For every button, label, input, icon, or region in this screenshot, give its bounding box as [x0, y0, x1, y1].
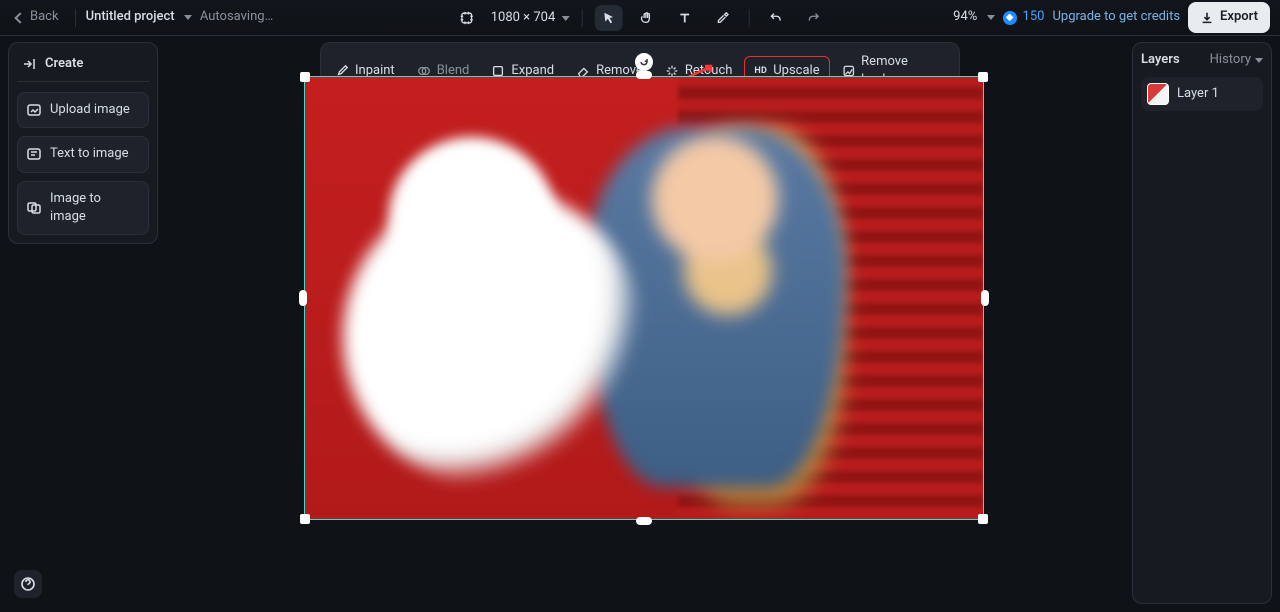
- credits-value: 150: [1023, 8, 1045, 26]
- upload-image[interactable]: Upload image: [17, 92, 149, 128]
- selected-image[interactable]: [304, 76, 984, 520]
- help-icon: [20, 576, 36, 592]
- caret-down-icon: [184, 15, 192, 20]
- separator: [581, 9, 582, 27]
- credits-icon: ◆: [1003, 11, 1017, 25]
- credits[interactable]: ◆ 150: [1003, 8, 1045, 26]
- layer-thumb: [1147, 83, 1169, 105]
- canvas-dimensions-value: 1080 × 704: [491, 9, 556, 27]
- upload-image-label: Upload image: [50, 101, 130, 119]
- top-center: 1080 × 704: [453, 0, 828, 36]
- history-toggle[interactable]: History: [1210, 51, 1263, 69]
- handle-mid-left[interactable]: [299, 290, 307, 306]
- handle-mid-bottom[interactable]: [636, 517, 652, 525]
- rotate-icon: [638, 56, 650, 68]
- text-to-image-icon: [26, 146, 42, 162]
- rotate-handle[interactable]: [635, 53, 653, 71]
- export-button[interactable]: Export: [1188, 2, 1270, 32]
- layers-title: Layers: [1141, 51, 1180, 69]
- left-panel: Create Upload image Text to image Image …: [8, 42, 158, 244]
- project-menu[interactable]: Untitled project: [86, 8, 192, 26]
- text-to-image-label: Text to image: [50, 145, 129, 163]
- image-to-image-label: Image to image: [50, 190, 140, 226]
- text-tool[interactable]: [670, 5, 698, 31]
- right-panel-header: Layers History: [1141, 51, 1263, 69]
- eyedropper-tool[interactable]: [708, 5, 736, 31]
- text-to-image[interactable]: Text to image: [17, 136, 149, 172]
- separator: [75, 9, 76, 27]
- handle-mid-right[interactable]: [981, 290, 989, 306]
- chevron-left-icon: [14, 12, 25, 23]
- cursor-icon: [601, 11, 615, 25]
- image-content: [305, 77, 983, 519]
- export-label: Export: [1220, 8, 1258, 26]
- redo-icon: [806, 11, 820, 25]
- save-status: Autosaving…: [200, 8, 273, 26]
- handle-top-left[interactable]: [300, 72, 310, 82]
- separator: [748, 9, 749, 27]
- handle-bottom-right[interactable]: [978, 514, 988, 524]
- history-label: History: [1210, 51, 1251, 69]
- caret-down-icon: [1255, 58, 1263, 63]
- top-left: Back Untitled project Autosaving…: [10, 5, 273, 29]
- layer-name: Layer 1: [1177, 85, 1219, 103]
- back-button[interactable]: Back: [10, 5, 65, 29]
- upgrade-link[interactable]: Upgrade to get credits: [1052, 8, 1180, 26]
- help-button[interactable]: [14, 570, 42, 598]
- back-label: Back: [30, 8, 59, 26]
- handle-bottom-left[interactable]: [300, 514, 310, 524]
- zoom-control[interactable]: 94%: [953, 8, 994, 26]
- zoom-value: 94%: [953, 9, 977, 24]
- pointer-tool[interactable]: [594, 5, 622, 31]
- image-upload-icon: [26, 102, 42, 118]
- undo-icon: [768, 11, 782, 25]
- plus-arrow-icon: [21, 56, 37, 72]
- right-panel: Layers History Layer 1: [1132, 42, 1272, 604]
- hand-icon: [639, 11, 653, 25]
- handle-top-right[interactable]: [978, 72, 988, 82]
- canvas-area[interactable]: [168, 42, 1120, 604]
- canvas-dimensions[interactable]: 1080 × 704: [491, 9, 570, 27]
- text-icon: [677, 11, 691, 25]
- caret-down-icon: [987, 15, 995, 20]
- topbar: Back Untitled project Autosaving… 1080 ×…: [0, 0, 1280, 36]
- project-name: Untitled project: [86, 9, 175, 24]
- create-header: Create: [17, 51, 149, 82]
- redo-button[interactable]: [799, 5, 827, 31]
- top-right: 94% ◆ 150 Upgrade to get credits Export: [953, 2, 1270, 32]
- handle-mid-top[interactable]: [636, 71, 652, 79]
- undo-button[interactable]: [761, 5, 789, 31]
- canvas-size-icon-button[interactable]: [453, 5, 481, 31]
- image-to-image-icon: [26, 200, 42, 216]
- create-label: Create: [45, 55, 83, 73]
- caret-down-icon: [561, 16, 569, 21]
- hand-tool[interactable]: [632, 5, 660, 31]
- download-icon: [1200, 11, 1214, 25]
- image-shape: [387, 137, 557, 307]
- layer-item[interactable]: Layer 1: [1141, 77, 1263, 111]
- image-to-image[interactable]: Image to image: [17, 181, 149, 235]
- eyedropper-icon: [715, 11, 729, 25]
- frame-icon: [460, 11, 474, 25]
